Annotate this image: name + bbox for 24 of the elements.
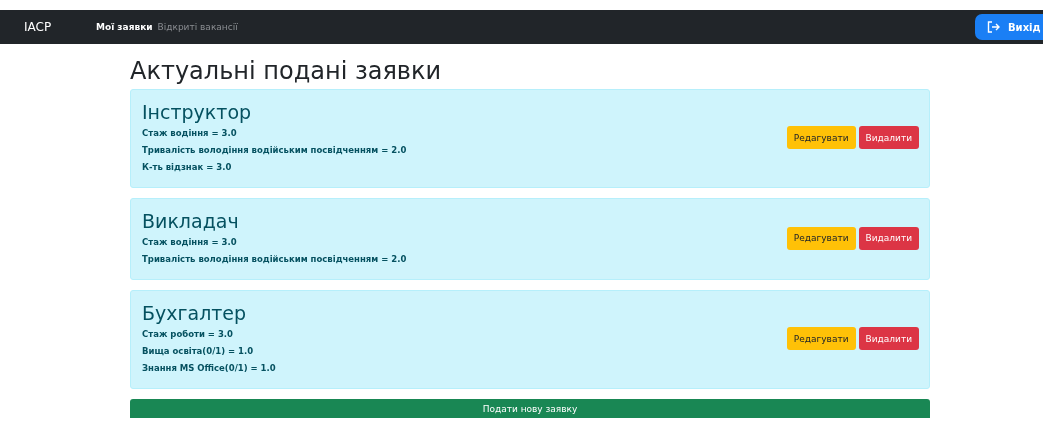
- edit-button[interactable]: Редагувати: [786, 226, 856, 250]
- edit-button[interactable]: Редагувати: [786, 126, 856, 149]
- criterion-text: Стаж водіння = 3.0: [142, 236, 238, 249]
- nav-link[interactable]: Відкриті вакансії: [157, 22, 238, 32]
- delete-button[interactable]: Видалити: [858, 327, 919, 350]
- edit-button[interactable]: Редагувати: [786, 327, 856, 350]
- card-title: Бухгалтер: [142, 301, 248, 326]
- criterion-text: Вища освіта(0/1) = 1.0: [142, 345, 255, 358]
- new-application-button[interactable]: Подати нову заявку: [130, 399, 930, 418]
- page-heading: Актуальні подані заявки: [130, 56, 443, 87]
- criterion-text: К-ть відзнак = 3.0: [142, 161, 233, 174]
- criterion-text: Стаж роботи = 3.0: [142, 328, 234, 341]
- criterion-text: Знання MS Office(0/1) = 1.0: [142, 362, 277, 375]
- delete-button[interactable]: Видалити: [858, 226, 919, 250]
- logout-button[interactable]: Вихід: [975, 14, 1043, 40]
- criterion-text: Тривалість володіння водійським посвідченням = 2.0: [142, 144, 408, 157]
- delete-button[interactable]: Видалити: [858, 126, 919, 149]
- card-title: Викладач: [142, 209, 240, 234]
- brand-link[interactable]: IACP: [24, 20, 96, 34]
- card-title: Інструктор: [142, 100, 253, 125]
- logout-icon: [987, 21, 1000, 33]
- criterion-text: Стаж водіння = 3.0: [142, 127, 238, 140]
- criterion-text: Тривалість володіння водійським посвідченням = 2.0: [142, 253, 408, 266]
- nav-link[interactable]: Мої заявки: [96, 22, 153, 32]
